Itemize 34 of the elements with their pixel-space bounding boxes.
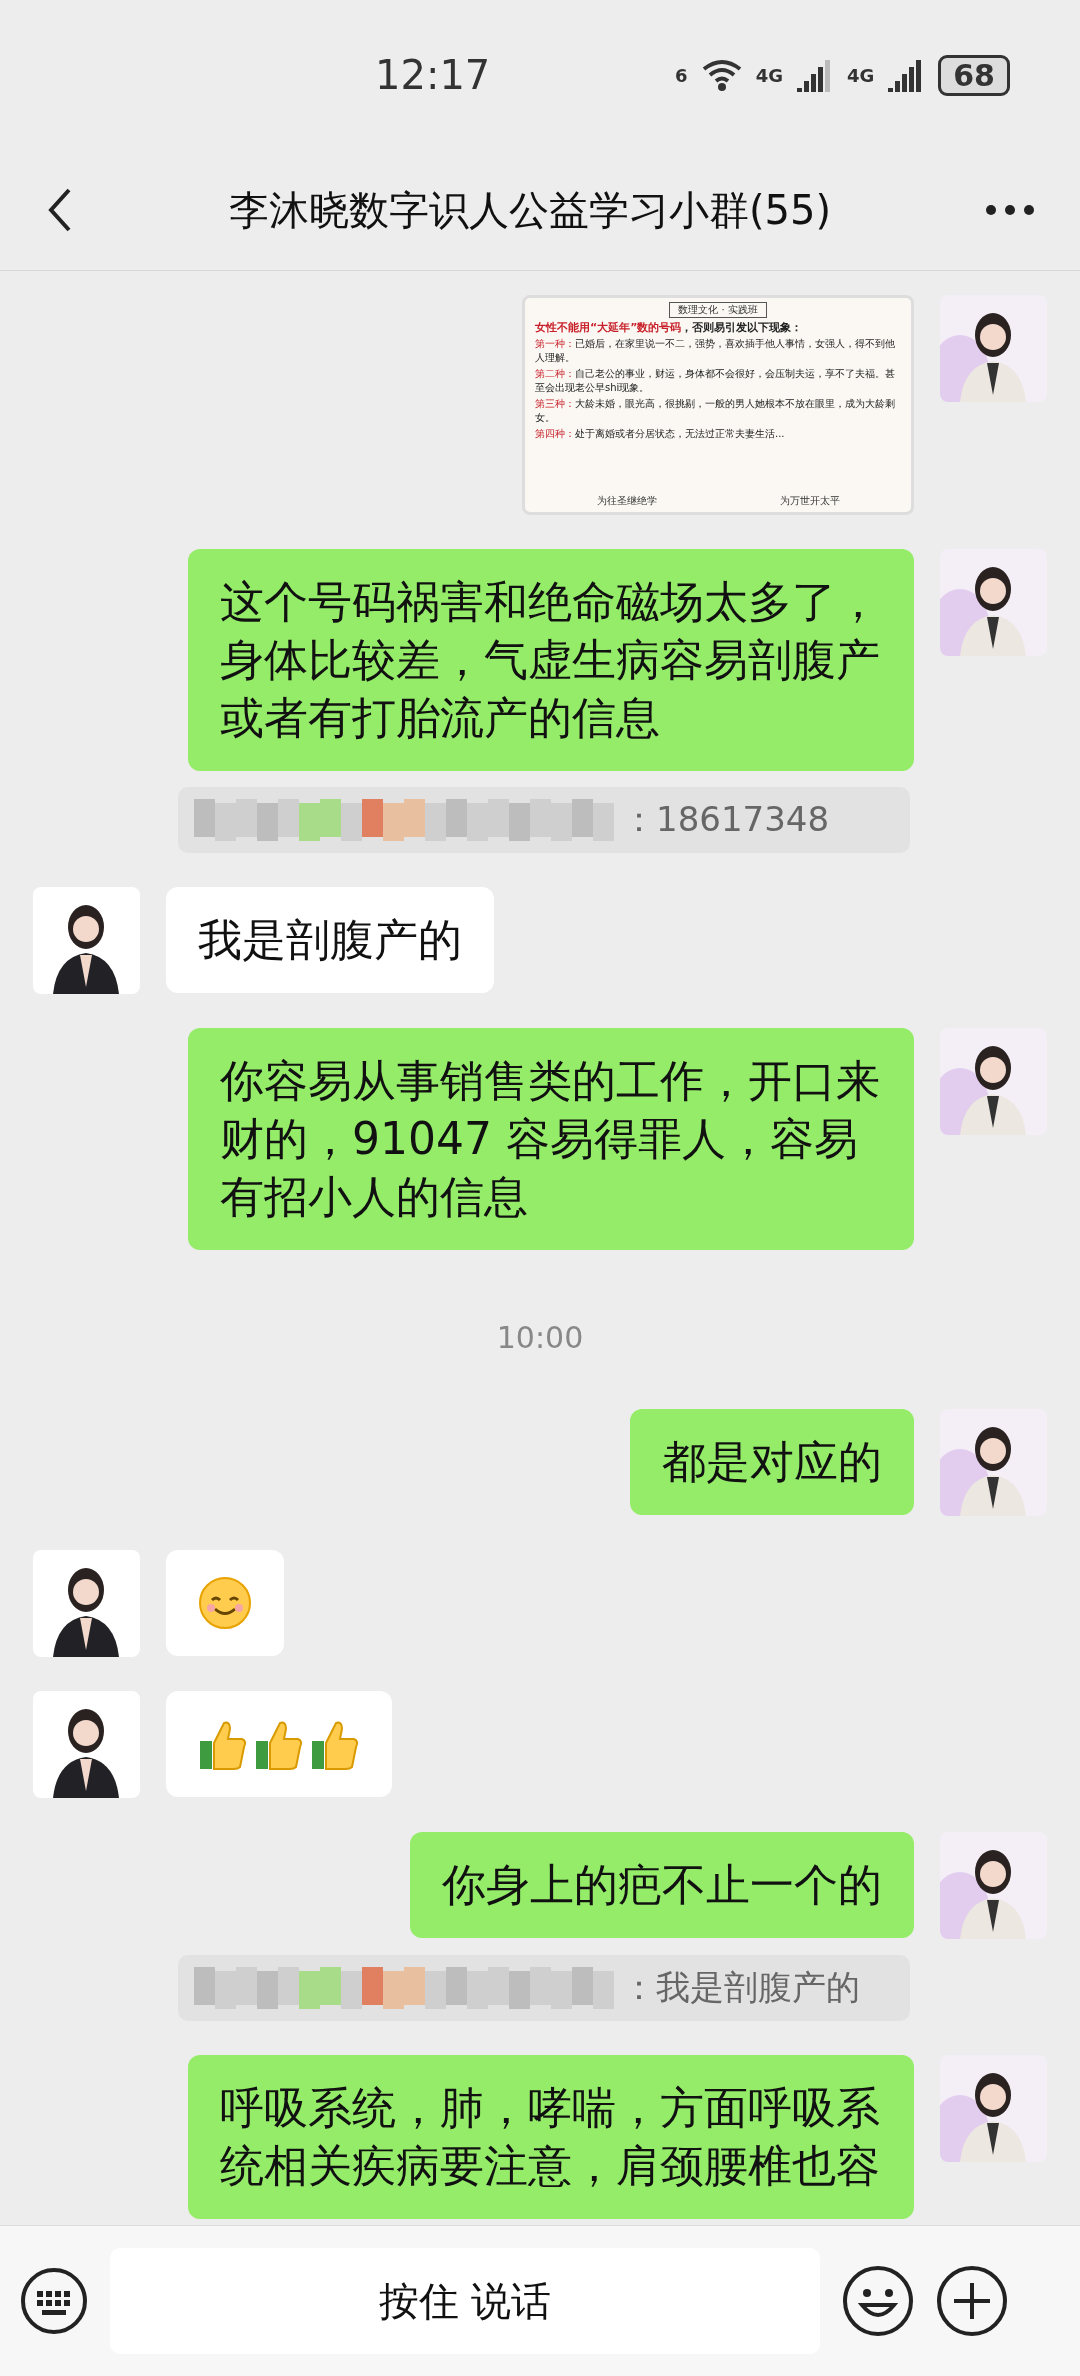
slide-banner: 数理文化 · 实践班 [669, 302, 767, 318]
chat-title: 李沐晓数字识人公益学习小群(55) [227, 185, 833, 235]
message-bubble: 这个号码祸害和绝命磁场太多了，身体比较差，气虚生病容易剖腹产或者有打胎流产的信息 [188, 549, 914, 771]
wifi-icon [701, 59, 742, 91]
slide-image[interactable] [522, 295, 914, 515]
message-bubble: 都是对应的 [630, 1409, 914, 1515]
slide-text: 第三种：大龄未婚，眼光高，很挑剔，一般的男人她根本不放在眼里，成为大龄剩女。 [535, 397, 896, 425]
slide-title: 女性不能用“大延年”数的号码，否则易引发以下现象： [535, 320, 804, 335]
network-label: 4G [846, 64, 875, 86]
message-time: 10:00 [496, 1320, 584, 1355]
quoted-message[interactable]: ：我是剖腹产的 [178, 1955, 910, 2021]
message-bubble: 呼吸系统，肺，哮喘，方面呼吸系统相关疾病要注意，肩颈腰椎也容 [188, 2055, 914, 2219]
network-label: 4G [755, 64, 783, 86]
keyboard-icon[interactable] [20, 2267, 88, 2335]
hold-to-talk-button[interactable]: 按住 说话 [110, 2248, 820, 2354]
slide-text: 第四种：处于离婚或者分居状态，无法过正常夫妻生活... [535, 427, 786, 441]
status-time: 12:17 [375, 52, 491, 98]
quote-text: ：18617348 [622, 798, 830, 841]
quote-text: ：我是剖腹产的 [622, 1966, 860, 2009]
battery-level: 68 [938, 54, 1010, 96]
more-icon[interactable] [985, 204, 1035, 216]
wifi-label: 6 [675, 64, 688, 86]
add-icon[interactable] [936, 2265, 1008, 2337]
slide-footer-text: 为往圣继绝学 [596, 494, 657, 508]
smiley-icon [198, 1576, 252, 1630]
message-bubble: 我是剖腹产的 [166, 887, 494, 993]
emoji-icon[interactable] [842, 2265, 914, 2337]
slide-text: 第一种：已婚后，在家里说一不二，强势，喜欢插手他人事情，女强人，得不到他人理解。 [535, 337, 896, 365]
quoted-message[interactable]: ：18617348 [178, 787, 910, 853]
message-bubble: 你身上的疤不止一个的 [410, 1832, 914, 1938]
slide-footer-text: 为万世开太平 [779, 494, 840, 508]
message-bubble: 你容易从事销售类的工作，开口来财的，91047 容易得罪人，容易有招小人的信息 [188, 1028, 914, 1250]
signal-icon [796, 58, 833, 92]
slide-text: 第二种：自己老公的事业，财运，身体都不会很好，会压制夫运，享不了夫福。甚至会出现老公早shi现象。 [535, 367, 896, 395]
